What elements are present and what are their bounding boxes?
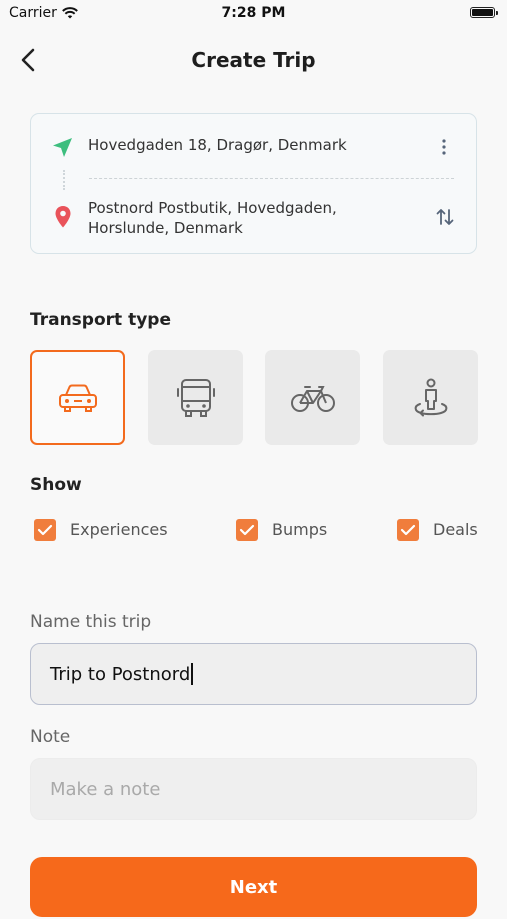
route-divider bbox=[89, 178, 454, 179]
checkmark-icon bbox=[37, 524, 53, 536]
transport-option-walk[interactable] bbox=[383, 350, 478, 445]
deals-label: Deals bbox=[433, 520, 478, 539]
bumps-label: Bumps bbox=[272, 520, 328, 539]
next-button[interactable]: Next bbox=[30, 857, 477, 917]
show-label: Show bbox=[30, 475, 82, 495]
experiences-checkbox[interactable] bbox=[34, 519, 56, 541]
page-title: Create Trip bbox=[191, 48, 316, 72]
transport-option-car[interactable] bbox=[30, 350, 125, 445]
note-label: Note bbox=[30, 727, 71, 747]
bicycle-icon bbox=[290, 385, 335, 412]
navigation-arrow-icon bbox=[53, 138, 72, 157]
destination-line-1: Postnord Postbutik, Hovedgaden, bbox=[88, 199, 337, 217]
clock: 7:28 PM bbox=[221, 5, 286, 21]
swap-icon[interactable] bbox=[434, 206, 456, 228]
location-pin-icon bbox=[55, 206, 71, 228]
note-input[interactable]: Make a note bbox=[30, 758, 477, 820]
origin-address[interactable]: Hovedgaden 18, Dragør, Denmark bbox=[88, 136, 347, 154]
transport-option-bus[interactable] bbox=[148, 350, 243, 445]
deals-checkbox[interactable] bbox=[397, 519, 419, 541]
bus-icon bbox=[176, 378, 215, 417]
car-icon bbox=[58, 384, 97, 412]
transport-type-label: Transport type bbox=[30, 310, 171, 330]
status-bar: Carrier 7:28 PM bbox=[0, 0, 507, 28]
more-vertical-icon[interactable] bbox=[437, 137, 451, 157]
destination-address[interactable]: Postnord Postbutik, Hovedgaden, Horslund… bbox=[88, 198, 388, 238]
checkmark-icon bbox=[400, 524, 416, 536]
trip-name-value: Trip to Postnord bbox=[50, 663, 191, 685]
trip-name-label: Name this trip bbox=[30, 612, 152, 632]
battery-icon bbox=[470, 7, 498, 18]
note-placeholder: Make a note bbox=[50, 778, 161, 800]
route-connector bbox=[63, 170, 67, 190]
walking-person-icon bbox=[414, 378, 447, 416]
text-cursor bbox=[191, 663, 193, 685]
transport-option-bicycle[interactable] bbox=[265, 350, 360, 445]
trip-name-input[interactable]: Trip to Postnord bbox=[30, 643, 477, 705]
bumps-checkbox[interactable] bbox=[236, 519, 258, 541]
destination-line-2: Horslunde, Denmark bbox=[88, 219, 243, 237]
checkmark-icon bbox=[239, 524, 255, 536]
experiences-label: Experiences bbox=[70, 520, 168, 539]
